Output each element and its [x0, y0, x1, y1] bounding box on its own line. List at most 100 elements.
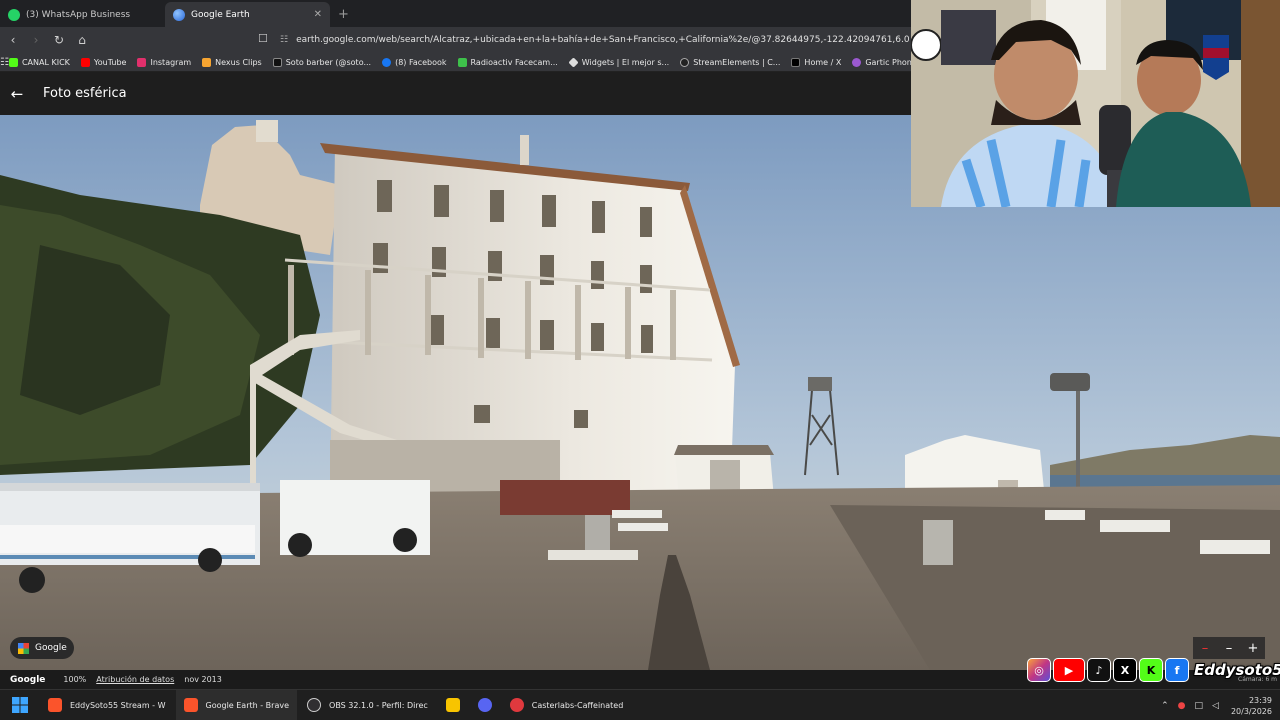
reload-icon[interactable]: ↻	[49, 33, 69, 47]
bookmark-gartic-phone[interactable]: Gartic Phone - Tele...	[852, 57, 911, 67]
taskbar-item-file-explorer[interactable]	[438, 690, 468, 720]
home-icon[interactable]: ⌂	[72, 33, 92, 47]
radioactiv-icon	[457, 57, 467, 67]
bookmark-label: StreamElements | C...	[693, 57, 781, 67]
youtube-icon: ▶	[1053, 658, 1085, 682]
social-handles-overlay: ◎ ▶ ♪ X K f Eddysoto55	[1027, 657, 1280, 683]
taskbar-item-discord[interactable]	[470, 690, 500, 720]
bookmark-icon[interactable]: ☐	[258, 32, 268, 45]
brave-icon	[48, 698, 62, 712]
apps-grid-icon[interactable]: ☷	[0, 57, 9, 68]
screen: (3) WhatsApp Business Google Earth ✕ + ‹…	[0, 0, 1280, 720]
webcam-overlay	[911, 0, 1280, 207]
taskbar-item-casterlabs[interactable]: Casterlabs-Caffeinated	[502, 690, 632, 720]
clock[interactable]: 23:39 20/3/2026	[1231, 695, 1272, 717]
bookmark-label: Home / X	[804, 57, 842, 67]
footer-google-logo: Google	[10, 674, 46, 685]
zoom-controls: – – +	[1193, 637, 1265, 659]
taskbar-item-obs[interactable]: OBS 32.1.0 - Perfil: Direc	[299, 690, 436, 720]
discord-icon	[477, 698, 492, 712]
bookmark-nexus-clips[interactable]: Nexus Clips	[202, 57, 262, 67]
url-field[interactable]: ☷ earth.google.com/web/search/Alcatraz,+…	[280, 30, 910, 50]
x-icon	[791, 57, 801, 67]
clock-date: 20/3/2026	[1230, 706, 1272, 716]
instagram-icon: ◎	[1027, 658, 1051, 682]
taskbar-item-brave-earth[interactable]: Google Earth - Brave	[175, 689, 298, 720]
kick-icon	[8, 57, 18, 67]
bookmark-kick[interactable]: CANAL KICK	[8, 57, 70, 67]
bookmark-soto-barber[interactable]: Soto barber (@soto...	[272, 57, 372, 67]
zoom-out-button[interactable]: –	[1217, 637, 1241, 659]
start-button[interactable]	[0, 697, 40, 713]
clock-time: 23:39	[1248, 695, 1272, 705]
site-info-icon[interactable]: ☷	[280, 35, 288, 45]
tiktok-icon	[272, 57, 282, 67]
microphone-icon[interactable]: ●	[1178, 701, 1186, 711]
windows-taskbar: EddySoto55 Stream - W Google Earth - Bra…	[0, 689, 1280, 720]
chevron-up-icon[interactable]: ⌃	[1161, 701, 1169, 711]
imagery-date: nov 2013	[184, 675, 222, 684]
tab-label: Google Earth	[191, 9, 250, 20]
widgets-icon	[568, 56, 579, 68]
webcam-image	[911, 0, 1280, 207]
taskbar-label: EddySoto55 Stream - W	[70, 700, 166, 710]
bookmark-label: YouTube	[93, 57, 127, 67]
bookmark-label: Radioactiv Facecam...	[470, 57, 558, 67]
close-icon[interactable]: ✕	[314, 9, 322, 20]
earth-header: ← Foto esférica	[0, 72, 911, 115]
google-attribution-chip[interactable]: Google	[10, 637, 74, 659]
youtube-icon	[80, 57, 90, 67]
streamer-handle: Eddysoto55	[1194, 661, 1280, 679]
footer-zoom[interactable]: 100%	[63, 675, 86, 684]
bookmark-widgets[interactable]: Widgets | El mejor s...	[568, 56, 670, 68]
data-attribution-link[interactable]: Atribución de datos	[96, 675, 174, 684]
instagram-icon	[137, 57, 147, 67]
brave-icon	[183, 698, 198, 712]
casterlabs-icon	[509, 698, 524, 712]
taskbar-item-brave-stream[interactable]: EddySoto55 Stream - W	[40, 690, 174, 720]
network-icon[interactable]: □	[1195, 701, 1204, 711]
back-arrow-icon[interactable]: ←	[0, 85, 34, 103]
taskbar-label: Google Earth - Brave	[205, 700, 290, 710]
bookmark-label: (8) Facebook	[395, 57, 447, 67]
browser-tabstrip: (3) WhatsApp Business Google Earth ✕ +	[0, 0, 911, 27]
whatsapp-icon	[8, 8, 20, 21]
bookmark-label: Widgets | El mejor s...	[581, 57, 670, 67]
tab-label: (3) WhatsApp Business	[26, 9, 131, 20]
address-bar-row: ‹ › ↻ ⌂ ☐ ☷ earth.google.com/web/search/…	[0, 27, 911, 53]
bookmark-label: Gartic Phone - Tele...	[865, 57, 911, 67]
back-icon[interactable]: ‹	[3, 33, 23, 47]
tab-google-earth[interactable]: Google Earth ✕	[165, 2, 330, 27]
bookmark-x[interactable]: Home / X	[791, 57, 842, 67]
obs-icon	[307, 698, 322, 712]
compass-button[interactable]: –	[1193, 637, 1217, 659]
url-text: earth.google.com/web/search/Alcatraz,+ub…	[296, 35, 910, 45]
google-chip-label: Google	[35, 643, 67, 653]
nexus-clips-icon	[202, 57, 212, 67]
gartic-phone-icon	[852, 57, 862, 67]
tiktok-icon: ♪	[1087, 658, 1111, 682]
zoom-in-button[interactable]: +	[1241, 637, 1265, 659]
tab-whatsapp[interactable]: (3) WhatsApp Business	[0, 2, 165, 27]
forward-icon[interactable]: ›	[26, 33, 46, 47]
new-tab-button[interactable]: +	[338, 2, 349, 27]
bookmark-instagram[interactable]: Instagram	[137, 57, 191, 67]
streamelements-icon	[680, 57, 690, 67]
volume-icon[interactable]: ◁	[1212, 701, 1219, 711]
windows-logo-icon	[12, 697, 28, 713]
bookmark-label: Nexus Clips	[215, 57, 262, 67]
google-earth-icon	[173, 8, 185, 21]
taskbar-label: Casterlabs-Caffeinated	[531, 700, 624, 710]
x-icon: X	[1113, 658, 1137, 682]
folder-icon	[445, 698, 460, 712]
facebook-icon	[382, 57, 392, 67]
bookmark-radioactiv[interactable]: Radioactiv Facecam...	[457, 57, 558, 67]
bookmark-facebook[interactable]: (8) Facebook	[382, 57, 447, 67]
bookmark-label: Soto barber (@soto...	[285, 57, 372, 67]
google-earth-logo-icon	[18, 642, 29, 654]
bookmark-label: CANAL KICK	[21, 57, 70, 67]
bookmark-youtube[interactable]: YouTube	[80, 57, 127, 67]
bookmark-streamelements[interactable]: StreamElements | C...	[680, 57, 781, 67]
system-tray: ⌃ ● □ ◁ 23:39 20/3/2026	[1152, 690, 1272, 720]
kick-icon: K	[1139, 658, 1163, 682]
